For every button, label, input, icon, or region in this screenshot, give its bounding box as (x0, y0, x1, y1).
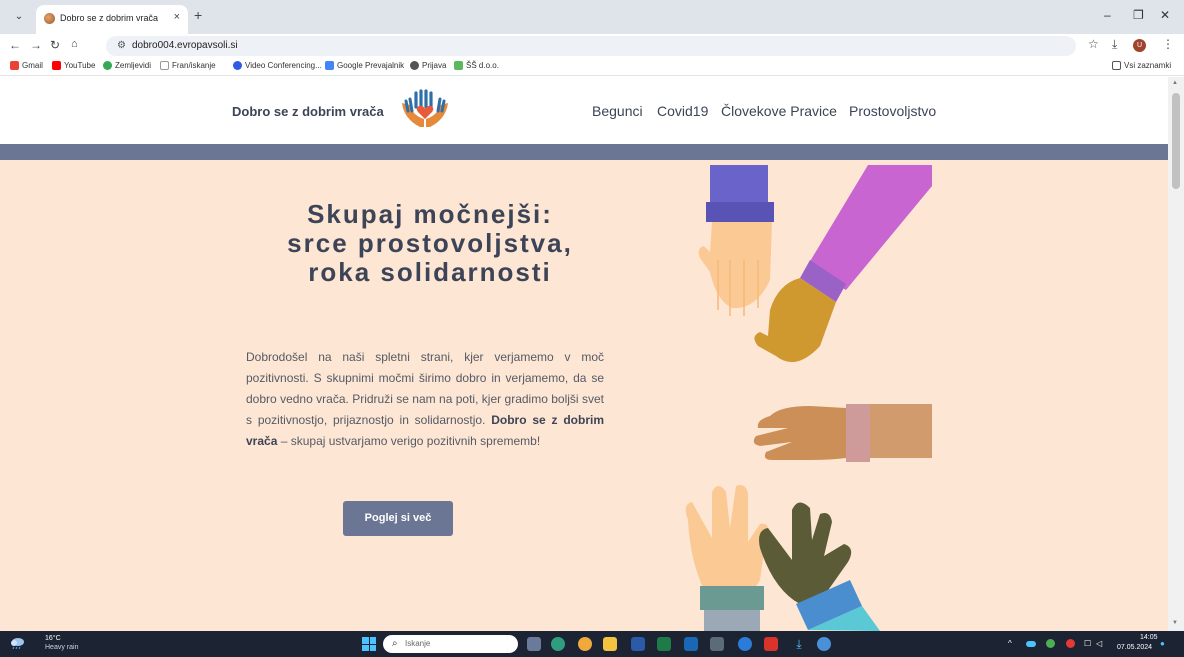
hero-title-line-3: roka solidarnosti (308, 257, 552, 287)
maps-pin-icon (103, 61, 112, 70)
gmail-icon (10, 61, 19, 70)
weather-description[interactable]: Heavy rain (45, 644, 78, 651)
taskbar-search-placeholder: Iskanje (405, 639, 431, 648)
excel-icon[interactable] (657, 637, 671, 651)
help-icon[interactable] (738, 637, 752, 651)
nav-prostovoljstvo[interactable]: Prostovoljstvo (849, 103, 936, 119)
home-icon[interactable]: ⌂ (71, 38, 78, 50)
task-view-icon[interactable] (527, 637, 541, 651)
network-icon[interactable]: ☐ (1084, 639, 1091, 648)
tab-title: Dobro se z dobrim vrača (60, 13, 159, 23)
scroll-up-arrow-icon[interactable]: ▲ (1172, 80, 1178, 86)
globe-icon (410, 61, 419, 70)
hand-olive-blue-sleeve (759, 502, 880, 631)
bookmarks-bar: Gmail YouTube Zemljevidi Fran/iskanje Vi… (0, 58, 1184, 76)
hands-heart-logo-icon[interactable] (398, 89, 452, 129)
restore-button[interactable]: ❐ (1133, 8, 1144, 22)
site-info-icon[interactable]: ⚙ (117, 40, 126, 51)
app-globe-icon[interactable] (817, 637, 831, 651)
bookmark-video-conferencing[interactable]: Video Conferencing... (233, 61, 322, 70)
header-divider-band (0, 144, 1168, 160)
logo-text[interactable]: Dobro se z dobrim vrača (232, 104, 384, 119)
scroll-thumb[interactable] (1172, 93, 1180, 189)
download-icon[interactable]: ⤓ (1112, 37, 1117, 52)
weather-temperature[interactable]: 16°C (45, 635, 61, 642)
clock-time[interactable]: 14:05 (1140, 634, 1158, 641)
poglej-si-vec-button[interactable]: Poglej si več (343, 501, 453, 536)
tray-green-icon[interactable] (1046, 639, 1055, 648)
nav-clovekove-pravice[interactable]: Človekove Pravice (721, 103, 837, 119)
downloads-icon[interactable]: ⤓ (792, 637, 806, 651)
bookmark-maps[interactable]: Zemljevidi (103, 61, 151, 70)
hand-peach-teal-cuff (685, 485, 768, 631)
hero-section: Skupaj močnejši: srce prostovoljstva, ro… (0, 160, 1168, 631)
bookmark-fran[interactable]: Fran/iskanje (160, 61, 216, 70)
chrome-icon[interactable] (578, 637, 592, 651)
bookmark-gmail[interactable]: Gmail (10, 61, 43, 70)
all-bookmarks[interactable]: Vsi zaznamki (1112, 61, 1171, 70)
hero-body-text: Dobrodošel na naši spletni strani, kjer … (246, 350, 604, 448)
fran-icon (160, 61, 169, 70)
page-viewport: Dobro se z dobrim vrača Begunci Covid19 … (0, 77, 1168, 631)
url-text[interactable]: dobro004.evropavsoli.si (132, 40, 238, 51)
scroll-down-arrow-icon[interactable]: ▼ (1172, 620, 1178, 626)
bookmark-google-translate[interactable]: Google Prevajalnik (325, 61, 404, 70)
browser-tab-active[interactable]: Dobro se z dobrim vrača × (36, 5, 188, 34)
hero-title-line-1: Skupaj močnejši: (307, 199, 553, 229)
taskbar-search[interactable]: ⌕ Iskanje (383, 635, 518, 653)
folder-icon (1112, 61, 1121, 70)
translate-icon (325, 61, 334, 70)
nav-begunci[interactable]: Begunci (592, 103, 643, 119)
acrobat-icon[interactable] (764, 637, 778, 651)
hand-tan-pink-cuff (753, 404, 932, 462)
hand-purple-sleeve (698, 165, 774, 316)
reload-icon[interactable]: ↻ (50, 38, 60, 52)
edge-icon[interactable] (551, 637, 565, 651)
outlook-icon[interactable] (684, 637, 698, 651)
tab-search-chevron-icon[interactable]: ⌄ (10, 9, 28, 25)
bookmark-prijava[interactable]: Prijava (410, 61, 446, 70)
tab-close-icon[interactable]: × (174, 11, 180, 23)
tray-red-icon[interactable] (1066, 639, 1075, 648)
clock-date[interactable]: 07.05.2024 (1117, 644, 1152, 651)
volume-icon[interactable]: ◁ (1096, 639, 1102, 648)
bookmark-ss[interactable]: ŠŠ d.o.o. (454, 61, 499, 70)
site-header: Dobro se z dobrim vrača Begunci Covid19 … (0, 77, 1168, 144)
tray-chevron-up-icon[interactable]: ^ (1008, 639, 1012, 648)
close-window-button[interactable]: ✕ (1160, 8, 1170, 22)
youtube-icon (52, 61, 61, 70)
minimize-button[interactable]: – (1104, 8, 1111, 22)
menu-kebab-icon[interactable]: ⋮ (1162, 37, 1174, 51)
browser-toolbar: ← → ↻ ⌂ ⚙ dobro004.evropavsoli.si ☆ ⤓ U … (0, 34, 1184, 58)
back-arrow-icon[interactable]: ← (9, 38, 21, 52)
onedrive-icon[interactable] (1026, 641, 1036, 647)
rain-cloud-icon[interactable] (10, 637, 24, 649)
hero-title-line-2: srce prostovoljstva, (287, 228, 573, 258)
hero-title: Skupaj močnejši: srce prostovoljstva, ro… (220, 200, 640, 287)
search-icon: ⌕ (392, 638, 398, 649)
bookmark-youtube[interactable]: YouTube (52, 61, 95, 70)
hands-illustration (685, 165, 932, 631)
windows-start-icon[interactable] (362, 637, 376, 651)
bookmark-star-icon[interactable]: ☆ (1088, 37, 1099, 51)
calculator-icon[interactable] (710, 637, 724, 651)
notification-bell-icon[interactable]: ● (1160, 639, 1165, 648)
windows-taskbar: 16°C Heavy rain ⌕ Iskanje ⤓ ^ ☐ ◁ 14:05 … (0, 631, 1184, 657)
new-tab-button[interactable]: + (194, 7, 202, 23)
forward-arrow-icon[interactable]: → (30, 38, 42, 52)
zoom-icon (233, 61, 242, 70)
page-scrollbar[interactable]: ▲ ▼ (1168, 77, 1184, 631)
word-icon[interactable] (631, 637, 645, 651)
site-favicon-icon (44, 13, 55, 24)
hand-magenta-sleeve (754, 165, 932, 363)
ss-icon (454, 61, 463, 70)
nav-covid19[interactable]: Covid19 (657, 103, 708, 119)
file-explorer-icon[interactable] (603, 637, 617, 651)
profile-avatar[interactable]: U (1133, 39, 1146, 52)
browser-tab-bar: ⌄ Dobro se z dobrim vrača × + – ❐ ✕ (0, 0, 1184, 34)
address-bar[interactable]: ⚙ dobro004.evropavsoli.si (106, 36, 1076, 56)
